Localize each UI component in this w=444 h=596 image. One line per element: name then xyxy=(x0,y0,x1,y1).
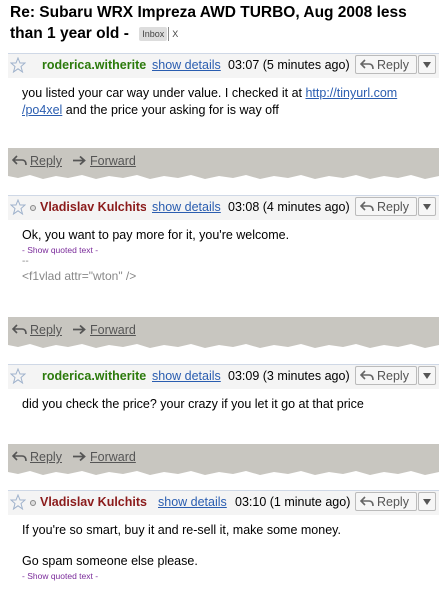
reply-arrow-icon xyxy=(360,370,374,381)
message-3: roderica.witherite show details 03:09 (3… xyxy=(8,364,439,427)
reply-link[interactable]: Reply xyxy=(12,450,62,464)
thread-subject: Re: Subaru WRX Impreza AWD TURBO, Aug 20… xyxy=(10,2,435,44)
sender-name[interactable]: Vladislav Kulchits xyxy=(40,495,154,509)
message-body: you listed your car way under value. I c… xyxy=(8,79,439,119)
show-details-link[interactable]: show details xyxy=(152,58,221,72)
remove-label-button[interactable]: X xyxy=(168,26,181,41)
forward-arrow-icon xyxy=(73,155,86,166)
body-text-cont: and the price your asking for is way off xyxy=(62,103,279,117)
message-1: roderica.witherite show details 03:07 (5… xyxy=(8,53,439,136)
more-options-button[interactable] xyxy=(418,55,436,74)
reply-link[interactable]: Reply xyxy=(12,154,62,168)
reply-link[interactable]: Reply xyxy=(12,323,62,337)
message-header: Vladislav Kulchits show details 03:08 (4… xyxy=(8,196,439,221)
message-4: Vladislav Kulchits show details 03:10 (1… xyxy=(8,490,439,595)
reply-label: Reply xyxy=(377,369,409,383)
reply-arrow-icon xyxy=(360,59,374,70)
more-options-button[interactable] xyxy=(418,366,436,385)
forward-link[interactable]: Forward xyxy=(72,154,136,168)
message-body: did you check the price? your crazy if y… xyxy=(8,390,439,413)
body-text: did you check the price? your crazy if y… xyxy=(22,397,364,411)
reply-button[interactable]: Reply xyxy=(355,492,417,511)
show-details-link[interactable]: show details xyxy=(152,369,221,383)
message-time: 03:08 (4 minutes ago) xyxy=(228,200,350,214)
forward-arrow-icon xyxy=(73,324,86,335)
forward-link[interactable]: Forward xyxy=(72,323,136,337)
reply-button[interactable]: Reply xyxy=(355,197,417,216)
message-body: If you're so smart, buy it and re-sell i… xyxy=(8,516,439,582)
dropdown-arrow-icon xyxy=(423,204,431,210)
message-2: Vladislav Kulchits show details 03:08 (4… xyxy=(8,195,439,304)
forward-arrow-icon xyxy=(73,451,86,462)
presence-icon xyxy=(30,500,36,506)
sender-name[interactable]: roderica.witherite xyxy=(42,369,146,383)
more-options-button[interactable] xyxy=(418,492,436,511)
reply-arrow-icon xyxy=(12,324,27,335)
body-text: Ok, you want to pay more for it, you're … xyxy=(22,228,290,242)
body-text: you listed your car way under value. I c… xyxy=(22,86,306,100)
presence-icon xyxy=(30,205,36,211)
reply-button[interactable]: Reply xyxy=(355,55,417,74)
sender-name[interactable]: Vladislav Kulchits xyxy=(40,200,146,214)
star-icon[interactable] xyxy=(10,368,26,384)
torn-edge xyxy=(8,470,439,475)
reply-button[interactable]: Reply xyxy=(355,366,417,385)
more-options-button[interactable] xyxy=(418,197,436,216)
message-actions-bar: Reply Forward xyxy=(8,148,439,179)
message-header: Vladislav Kulchits show details 03:10 (1… xyxy=(8,491,439,516)
show-quoted-text-link[interactable]: - Show quoted text - xyxy=(22,570,425,582)
reply-arrow-icon xyxy=(360,496,374,507)
dropdown-arrow-icon xyxy=(423,499,431,505)
body-text: Go spam someone else please. xyxy=(22,554,198,568)
message-body: Ok, you want to pay more for it, you're … xyxy=(8,221,439,285)
reply-label: Reply xyxy=(377,200,409,214)
reply-label: Reply xyxy=(377,495,409,509)
message-time: 03:07 (5 minutes ago) xyxy=(228,58,350,72)
message-time: 03:09 (3 minutes ago) xyxy=(228,369,350,383)
sender-name[interactable]: roderica.witherite xyxy=(42,58,146,72)
star-icon[interactable] xyxy=(10,494,26,510)
body-text: If you're so smart, buy it and re-sell i… xyxy=(22,523,341,537)
star-icon[interactable] xyxy=(10,57,26,73)
signature: <f1vlad attr="wton" /> xyxy=(22,269,137,283)
show-details-link[interactable]: show details xyxy=(152,200,221,214)
message-actions-bar: Reply Forward xyxy=(8,444,439,475)
message-header: roderica.witherite show details 03:09 (3… xyxy=(8,365,439,390)
message-header: roderica.witherite show details 03:07 (5… xyxy=(8,54,439,79)
inbox-label[interactable]: Inbox xyxy=(139,26,168,41)
dropdown-arrow-icon xyxy=(423,373,431,379)
reply-arrow-icon xyxy=(12,451,27,462)
show-details-link[interactable]: show details xyxy=(158,495,227,509)
signature-separator: -- xyxy=(22,256,29,267)
subject-text: Re: Subaru WRX Impreza AWD TURBO, Aug 20… xyxy=(10,4,407,42)
star-icon[interactable] xyxy=(10,199,26,215)
reply-label: Reply xyxy=(377,58,409,72)
forward-link[interactable]: Forward xyxy=(72,450,136,464)
dropdown-arrow-icon xyxy=(423,62,431,68)
torn-edge xyxy=(8,343,439,348)
show-quoted-text-link[interactable]: - Show quoted text - xyxy=(22,244,425,256)
reply-arrow-icon xyxy=(12,155,27,166)
reply-arrow-icon xyxy=(360,201,374,212)
torn-edge xyxy=(8,174,439,179)
message-time: 03:10 (1 minute ago) xyxy=(235,495,351,509)
message-actions-bar: Reply Forward xyxy=(8,317,439,348)
